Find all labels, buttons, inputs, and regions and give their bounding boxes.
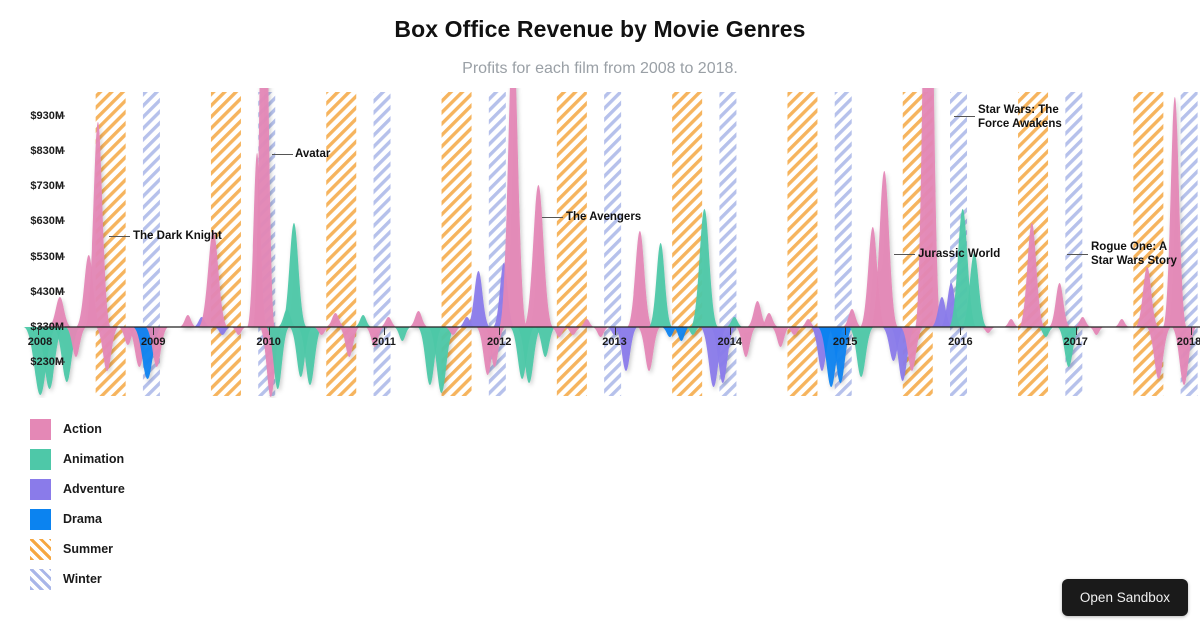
legend-item[interactable]: Action (30, 414, 125, 444)
annotation-leader-line (894, 254, 915, 255)
legend-label: Action (63, 422, 102, 436)
x-axis-tick-mark (1075, 327, 1077, 335)
x-axis-tick-mark (729, 327, 731, 335)
summer-band (556, 92, 587, 396)
x-axis-tick-label: 2010 (256, 336, 281, 348)
chart-plot-area (0, 88, 1200, 398)
y-axis-tick-mark (56, 220, 65, 222)
legend-item[interactable]: Adventure (30, 474, 125, 504)
annotation-leader-line (109, 236, 130, 237)
summer-band (672, 92, 703, 396)
x-axis-tick-mark (268, 327, 270, 335)
film-wave (637, 327, 662, 371)
x-axis-tick-label: 2015 (832, 336, 858, 348)
film-annotation-label: Rogue One: A Star Wars Story (1091, 241, 1177, 267)
y-axis-tick-mark (56, 256, 65, 258)
legend-label: Animation (63, 452, 125, 466)
legend-swatch (30, 568, 51, 590)
annotation-leader-line (954, 116, 975, 117)
annotation-leader-line (542, 217, 563, 218)
x-axis-tick-label: 2017 (1063, 336, 1088, 348)
annotation-leader-line (1067, 254, 1088, 255)
x-axis-tick-label: 2011 (371, 336, 396, 348)
legend-label: Summer (63, 542, 114, 556)
x-axis-tick-label: 2012 (486, 336, 512, 348)
x-axis-tick-label: 2018 (1176, 336, 1200, 348)
x-axis-tick-mark (845, 327, 847, 335)
film-wave (848, 327, 875, 377)
film-wave (393, 327, 412, 341)
film-wave (648, 243, 673, 327)
legend-label: Adventure (63, 482, 125, 496)
x-axis-tick-label: 2008 (27, 336, 53, 348)
film-annotation-label: Jurassic World (918, 248, 1001, 260)
waveform-chart-svg (23, 88, 1200, 397)
film-wave (354, 315, 373, 327)
open-sandbox-button[interactable]: Open Sandbox (1061, 579, 1188, 616)
legend-swatch (30, 478, 51, 500)
legend-label: Winter (63, 572, 102, 586)
winter-band (373, 92, 391, 396)
x-axis-tick-mark (499, 327, 501, 335)
film-annotation-label: Star Wars: The Force Awakens (978, 104, 1062, 130)
film-wave (408, 311, 429, 327)
summer-band (787, 92, 818, 396)
legend-item[interactable]: Summer (30, 534, 125, 564)
film-wave (980, 327, 997, 333)
x-axis-tick-label: 2016 (948, 336, 973, 348)
film-wave (1113, 319, 1130, 327)
page-title: Box Office Revenue by Movie Genres (394, 16, 806, 42)
x-axis-tick-mark (614, 327, 616, 335)
film-wave (626, 231, 653, 327)
y-axis-tick-mark (56, 115, 65, 117)
x-axis-tick-mark (1191, 327, 1192, 335)
x-axis-tick-label: 2014 (717, 336, 743, 348)
annotation-leader-line (272, 154, 293, 155)
legend-swatch (30, 448, 51, 470)
y-axis-tick-mark (56, 150, 65, 152)
y-axis-tick-mark (56, 361, 65, 363)
film-wave (1088, 327, 1105, 335)
chart-legend: Action Animation Adventure Drama Summer Winte… (30, 414, 125, 594)
page-subtitle: Profits for each film from 2008 to 2018. (462, 60, 738, 77)
film-wave (178, 315, 197, 327)
legend-swatch (30, 538, 51, 560)
film-wave (1003, 319, 1020, 327)
x-axis-tick-mark (153, 327, 155, 335)
x-axis-tick-label: 2013 (602, 336, 627, 348)
film-wave (523, 185, 554, 327)
winter-band (604, 92, 622, 396)
x-axis-tick-label: 2009 (141, 336, 166, 348)
legend-swatch (30, 508, 51, 530)
y-axis-tick-mark (56, 185, 65, 187)
x-axis-tick-mark (383, 327, 385, 335)
x-axis-tick-mark (38, 327, 39, 335)
y-axis-tick-mark (56, 291, 65, 293)
legend-label: Drama (63, 512, 102, 526)
film-annotation-label: The Dark Knight (133, 230, 222, 242)
film-annotation-label: Avatar (295, 148, 331, 160)
chart-page: Box Office Revenue by Movie Genres Profi… (0, 0, 1200, 630)
legend-item[interactable]: Drama (30, 504, 125, 534)
legend-swatch (30, 418, 51, 440)
x-axis-tick-mark (960, 327, 962, 335)
y-axis-tick-mark (56, 326, 65, 328)
film-annotation-label: The Avengers (566, 211, 642, 223)
film-wave (280, 223, 307, 327)
legend-item[interactable]: Winter (30, 564, 125, 594)
legend-item[interactable]: Animation (30, 444, 125, 474)
